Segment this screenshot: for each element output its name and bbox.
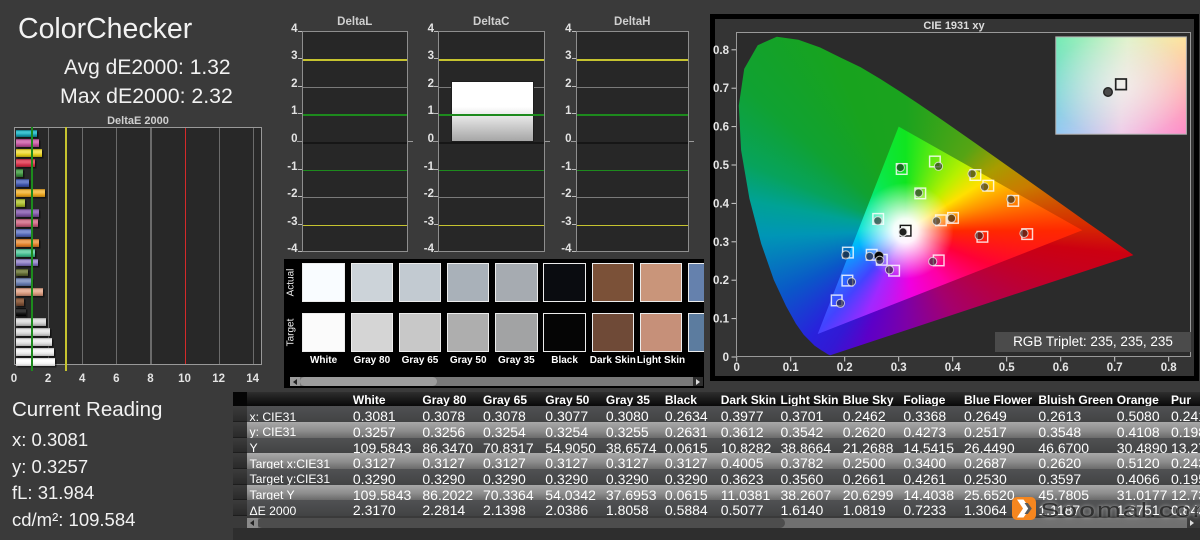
svg-text:0.6: 0.6	[1053, 362, 1069, 374]
svg-text:0.2: 0.2	[837, 362, 853, 374]
svg-text:0.5: 0.5	[713, 160, 730, 172]
svg-text:0.7: 0.7	[1107, 362, 1123, 374]
svg-text:0.3: 0.3	[891, 362, 907, 374]
svg-text:0: 0	[733, 362, 739, 374]
svg-text:0: 0	[723, 352, 729, 364]
svg-text:0.6: 0.6	[713, 122, 729, 134]
svg-text:0.8: 0.8	[713, 45, 730, 57]
svg-text:0.2: 0.2	[713, 275, 729, 287]
svg-text:0.3: 0.3	[713, 237, 729, 249]
svg-text:0.8: 0.8	[1161, 362, 1178, 374]
svg-text:0.4: 0.4	[713, 198, 730, 210]
svg-text:0.4: 0.4	[945, 362, 962, 374]
svg-text:0.7: 0.7	[713, 83, 729, 95]
svg-text:0.5: 0.5	[999, 362, 1016, 374]
svg-text:0.1: 0.1	[783, 362, 800, 374]
svg-text:0.1: 0.1	[713, 314, 730, 326]
